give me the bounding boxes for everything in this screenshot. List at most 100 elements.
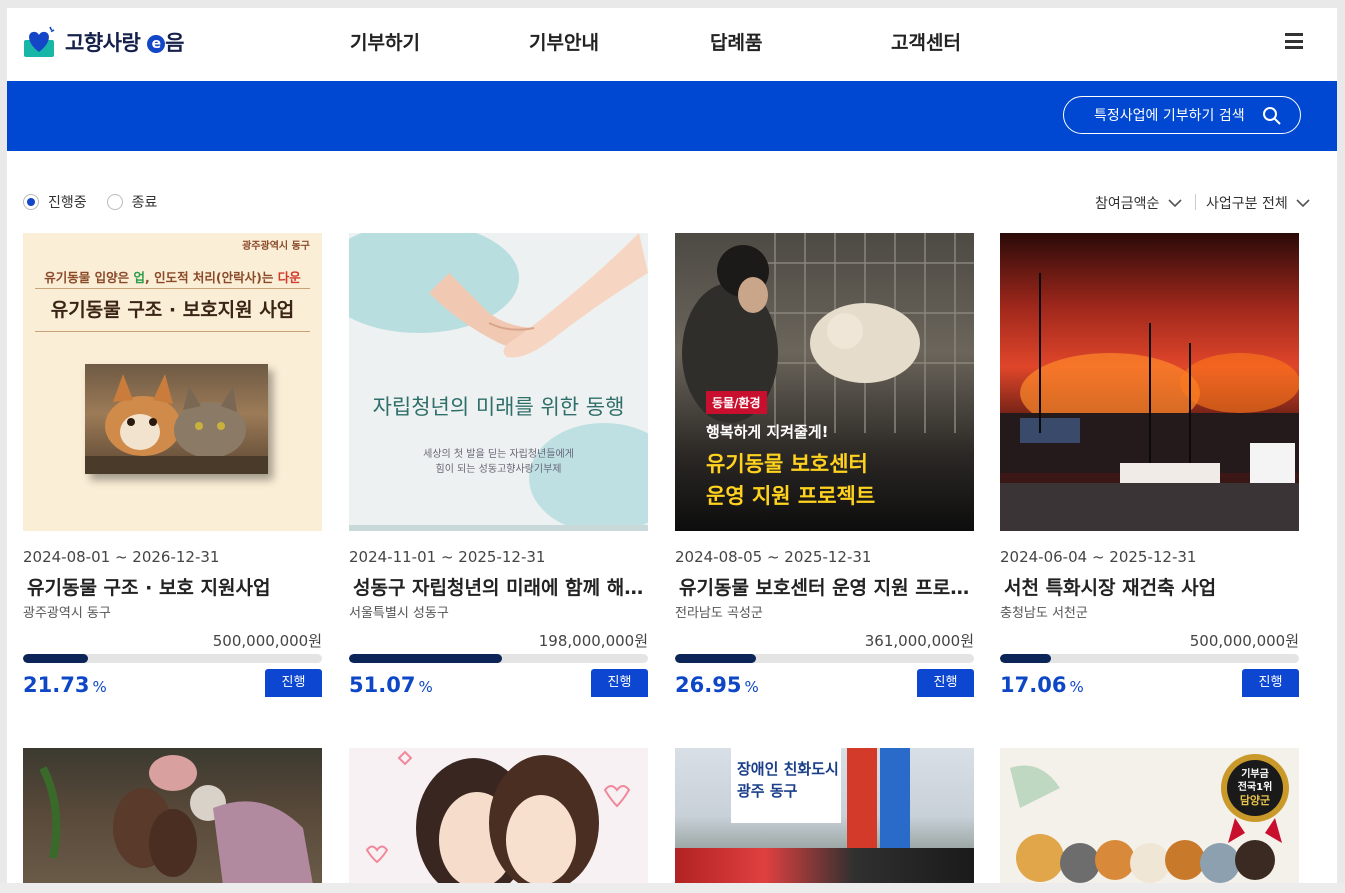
image-subtext: 힘이 되는 성동고향사랑기부제 bbox=[435, 464, 562, 475]
image-tagline: 유기동물 입양은 업, 인도적 처리(안락사)는 다운 bbox=[44, 270, 301, 285]
project-goal-amount: 500,000,000원 bbox=[1189, 632, 1299, 650]
project-card[interactable] bbox=[349, 748, 648, 885]
banner-text: 광주 동구 bbox=[737, 782, 798, 800]
project-title[interactable]: 성동구 자립청년의 미래에 함께 해주세요 bbox=[353, 573, 648, 600]
nav-gifts[interactable]: 답례품 bbox=[710, 28, 762, 55]
chevron-down-icon bbox=[1296, 199, 1310, 208]
project-card[interactable]: 2024-06-04 ~ 2025-12-31 서천 특화시장 재건축 사업 충… bbox=[1000, 233, 1299, 697]
project-period: 2024-08-05 ~ 2025-12-31 bbox=[675, 548, 872, 566]
progress-bar bbox=[349, 654, 648, 663]
project-period: 2024-11-01 ~ 2025-12-31 bbox=[349, 548, 546, 566]
project-region: 전라남도 곡성군 bbox=[675, 606, 763, 621]
project-thumbnail[interactable]: 자립청년의 미래를 위한 동행 세상의 첫 발을 딛는 자립청년들에게 힘이 되… bbox=[349, 233, 648, 531]
site-logo[interactable]: 고향사랑 e음 bbox=[23, 26, 184, 58]
project-card[interactable] bbox=[23, 748, 322, 885]
image-divider bbox=[35, 331, 310, 332]
page: 고향사랑 e음 기부하기 기부안내 답례품 고객센터 특정사업에 기부하기 검색… bbox=[0, 0, 1345, 893]
project-title[interactable]: 유기동물 구조 · 보호 지원사업 bbox=[27, 573, 322, 600]
project-goal-amount: 500,000,000원 bbox=[212, 632, 322, 650]
status-badge: 진행 bbox=[1242, 669, 1299, 697]
image-headline: 자립청년의 미래를 위한 동행 bbox=[372, 395, 625, 419]
category-dropdown[interactable]: 사업구분 전체 bbox=[1206, 193, 1310, 213]
image-headline: 유기동물 보호센터 bbox=[706, 452, 868, 476]
radio-ended[interactable] bbox=[106, 194, 123, 210]
pets-photo bbox=[85, 364, 268, 474]
progress-bar bbox=[675, 654, 974, 663]
project-thumbnail[interactable] bbox=[1000, 233, 1299, 531]
category-tag: 동물/환경 bbox=[706, 391, 767, 414]
screenshot-edge bbox=[0, 0, 7, 893]
search-icon bbox=[1263, 107, 1281, 125]
project-card[interactable]: 기부금 전국1위 담양군 bbox=[1000, 748, 1299, 885]
nav-guide[interactable]: 기부안내 bbox=[529, 28, 599, 55]
specific-project-search-button[interactable]: 특정사업에 기부하기 검색 bbox=[1063, 96, 1301, 134]
progress-bar bbox=[23, 654, 322, 663]
project-region: 서울특별시 성동구 bbox=[349, 606, 449, 621]
radio-ended-label: 종료 bbox=[131, 195, 158, 211]
status-badge: 진행 bbox=[917, 669, 974, 697]
project-thumbnail[interactable]: 광주광역시 동구 유기동물 입양은 업, 인도적 처리(안락사)는 다운 유기동… bbox=[23, 233, 322, 531]
elderly-photo bbox=[39, 755, 313, 885]
project-thumbnail[interactable] bbox=[349, 748, 648, 885]
project-title[interactable]: 서천 특화시장 재건축 사업 bbox=[1004, 573, 1299, 600]
project-region: 충청남도 서천군 bbox=[1000, 606, 1088, 621]
logo-text: 고향사랑 e음 bbox=[65, 31, 184, 55]
search-bar: 특정사업에 기부하기 검색 bbox=[7, 81, 1337, 151]
progress-fill bbox=[23, 654, 88, 663]
progress-bar bbox=[1000, 654, 1299, 663]
header: 고향사랑 e음 기부하기 기부안내 답례품 고객센터 bbox=[7, 8, 1337, 81]
project-card[interactable]: 자립청년의 미래를 위한 동행 세상의 첫 발을 딛는 자립청년들에게 힘이 되… bbox=[349, 233, 648, 697]
sort-dropdown[interactable]: 참여금액순 bbox=[1095, 193, 1182, 213]
project-card[interactable]: 동물/환경 행복하게 지켜줄게! 유기동물 보호센터 운영 지원 프로젝트 20… bbox=[675, 233, 974, 697]
mother-daughter-photo bbox=[365, 750, 631, 885]
project-card[interactable]: 광주광역시 동구 유기동물 입양은 업, 인도적 처리(안락사)는 다운 유기동… bbox=[23, 233, 322, 697]
radio-ongoing-label: 진행중 bbox=[48, 195, 87, 211]
radio-ongoing[interactable] bbox=[23, 194, 39, 210]
image-headline: 유기동물 구조 · 보호지원 사업 bbox=[50, 299, 295, 321]
progress-fill bbox=[1000, 654, 1051, 663]
holding-hands-illustration bbox=[429, 233, 648, 358]
image-subtext: 세상의 첫 발을 딛는 자립청년들에게 bbox=[423, 449, 574, 460]
banner-text: 장애인 친화도시 bbox=[737, 760, 839, 778]
crowd bbox=[675, 848, 974, 885]
project-period: 2024-06-04 ~ 2025-12-31 bbox=[1000, 548, 1197, 566]
heart-logo-icon bbox=[23, 26, 57, 58]
award-badge-text: 전국1위 bbox=[1237, 782, 1273, 793]
sort-label: 참여금액순 bbox=[1095, 196, 1160, 212]
image-headline: 운영 지원 프로젝트 bbox=[706, 484, 876, 508]
flag bbox=[847, 748, 877, 848]
award-badge-text: 담양군 bbox=[1239, 794, 1271, 807]
progress-percent: 17.06% bbox=[1000, 673, 1084, 697]
image-org-label: 광주광역시 동구 bbox=[242, 241, 310, 252]
chevron-down-icon bbox=[1168, 199, 1182, 208]
image-subtext: 행복하게 지켜줄게! bbox=[706, 423, 829, 441]
progress-percent: 26.95% bbox=[675, 673, 759, 697]
status-badge: 진행 bbox=[591, 669, 648, 697]
progress-fill bbox=[675, 654, 756, 663]
status-badge: 진행 bbox=[265, 669, 322, 697]
status-filter: 진행중 종료 bbox=[23, 192, 157, 212]
watercolor-shape bbox=[529, 423, 648, 531]
project-thumbnail[interactable]: 동물/환경 행복하게 지켜줄게! 유기동물 보호센터 운영 지원 프로젝트 bbox=[675, 233, 974, 531]
project-thumbnail[interactable] bbox=[23, 748, 322, 885]
screenshot-edge bbox=[1337, 0, 1345, 893]
project-thumbnail[interactable]: 기부금 전국1위 담양군 bbox=[1000, 748, 1299, 885]
flag bbox=[880, 748, 910, 848]
progress-fill bbox=[349, 654, 502, 663]
nav-donate[interactable]: 기부하기 bbox=[350, 28, 420, 55]
project-thumbnail[interactable]: 장애인 친화도시 광주 동구 bbox=[675, 748, 974, 885]
project-card[interactable]: 장애인 친화도시 광주 동구 bbox=[675, 748, 974, 885]
nav-support[interactable]: 고객센터 bbox=[891, 28, 961, 55]
image-baseline bbox=[349, 525, 648, 531]
progress-percent: 51.07% bbox=[349, 673, 433, 697]
progress-percent: 21.73% bbox=[23, 673, 107, 697]
divider bbox=[1195, 194, 1196, 210]
hamburger-menu-icon[interactable] bbox=[1285, 33, 1303, 49]
screenshot-edge bbox=[0, 0, 1345, 8]
category-label: 사업구분 전체 bbox=[1206, 196, 1288, 212]
screenshot-edge bbox=[0, 883, 1345, 893]
market-fire-photo bbox=[1000, 273, 1299, 531]
image-divider bbox=[35, 288, 310, 289]
project-goal-amount: 361,000,000원 bbox=[864, 632, 974, 650]
project-title[interactable]: 유기동물 보호센터 운영 지원 프로젝트 bbox=[679, 573, 974, 600]
